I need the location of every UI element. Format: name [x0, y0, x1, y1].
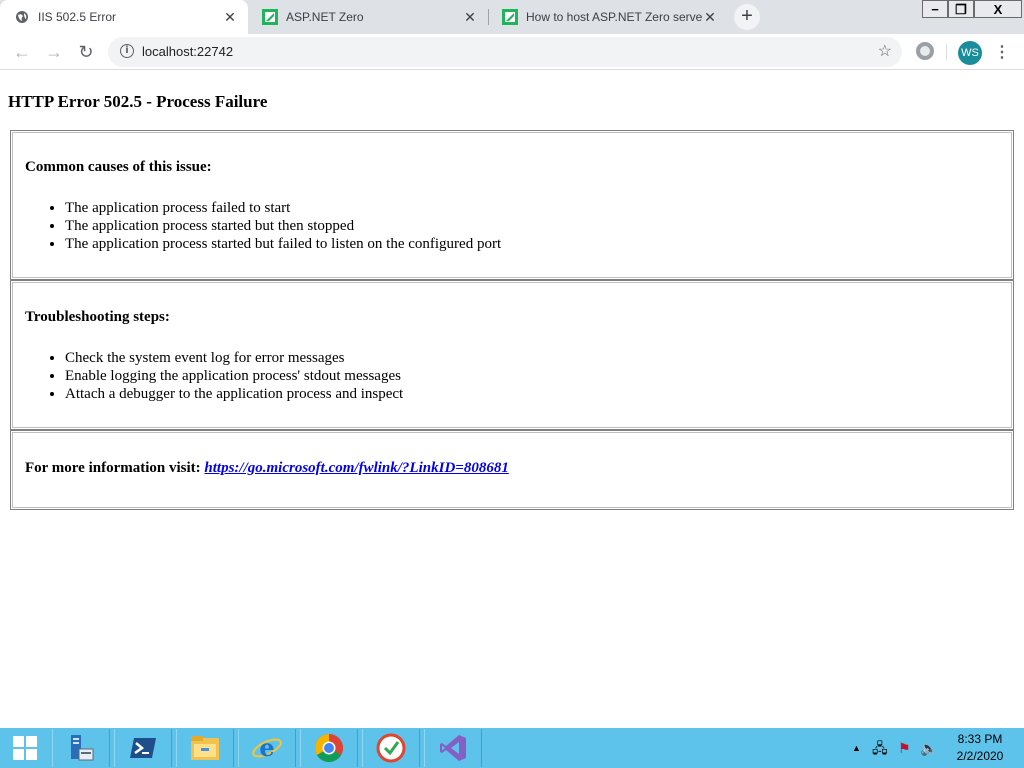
- windows-logo-icon: [13, 736, 24, 747]
- aspnetzero-logo-icon: [262, 9, 278, 25]
- site-info-icon[interactable]: i: [120, 44, 134, 58]
- bookmark-star-icon[interactable]: ☆: [878, 42, 892, 62]
- more-info-label: For more information visit:: [25, 460, 201, 476]
- tab-close-icon[interactable]: ✕: [462, 9, 478, 25]
- troubleshooting-list: Check the system event log for error mes…: [25, 349, 403, 403]
- list-item: The application process started but fail…: [65, 235, 501, 253]
- globe-icon: [14, 9, 30, 25]
- tab-title: IIS 502.5 Error: [38, 10, 117, 24]
- list-item: The application process failed to start: [65, 199, 501, 217]
- clock-date: 2/2/2020: [956, 749, 1004, 763]
- network-icon[interactable]: 🖧: [872, 738, 888, 758]
- causes-list: The application process failed to start …: [25, 199, 501, 253]
- taskbar-visual-studio[interactable]: [424, 729, 482, 767]
- taskbar-server-manager[interactable]: [52, 729, 110, 767]
- speaker-muted-icon[interactable]: 🔈: [920, 738, 937, 758]
- error-page: HTTP Error 502.5 - Process Failure Commo…: [0, 71, 1024, 728]
- browser-toolbar: ← → ↻ i localhost:22742 ☆: [0, 34, 1024, 70]
- extension-icon[interactable]: [916, 42, 934, 60]
- troubleshooting-section: Troubleshooting steps: Check the system …: [10, 280, 1014, 430]
- tab-strip: IIS 502.5 Error ✕ ASP.NET Zero ✕ How to …: [0, 0, 1024, 34]
- minimize-button[interactable]: −: [922, 0, 948, 18]
- address-bar[interactable]: i localhost:22742 ☆: [108, 37, 902, 67]
- tab-aspnet-zero[interactable]: ASP.NET Zero ✕: [248, 0, 488, 34]
- causes-section: Common causes of this issue: The applica…: [10, 130, 1014, 280]
- task-app-icon: [376, 733, 406, 763]
- more-info-link[interactable]: https://go.microsoft.com/fwlink/?LinkID=…: [204, 460, 508, 476]
- causes-title: Common causes of this issue:: [25, 159, 212, 175]
- close-window-button[interactable]: X: [974, 0, 1022, 18]
- more-info-line: For more information visit: https://go.m…: [25, 460, 509, 477]
- toolbar-separator: [946, 44, 947, 60]
- reload-icon[interactable]: ↻: [74, 40, 98, 64]
- back-arrow-icon[interactable]: ←: [10, 40, 34, 64]
- tab-iis-error[interactable]: IIS 502.5 Error ✕: [0, 0, 248, 34]
- windows-logo-icon: [26, 749, 37, 760]
- tray-overflow-icon[interactable]: ▲: [852, 738, 861, 758]
- taskbar-file-explorer[interactable]: [176, 729, 234, 767]
- tab-close-icon[interactable]: ✕: [222, 9, 238, 25]
- visual-studio-icon: [440, 735, 466, 761]
- taskbar: e ▲ 🖧 ⚑ 🔈 8:33 PM 2/2/2020: [0, 728, 1024, 768]
- list-item: Check the system event log for error mes…: [65, 349, 403, 367]
- chrome-icon: [315, 734, 343, 762]
- forward-arrow-icon[interactable]: →: [42, 40, 66, 64]
- tab-title: ASP.NET Zero: [286, 10, 364, 24]
- tab-how-to-host[interactable]: How to host ASP.NET Zero server ✕: [488, 0, 728, 34]
- profile-avatar[interactable]: WS: [958, 41, 982, 65]
- aspnetzero-logo-icon: [502, 9, 518, 25]
- list-item: The application process started but then…: [65, 217, 501, 235]
- taskbar-task-app[interactable]: [362, 729, 420, 767]
- new-tab-button[interactable]: +: [734, 4, 760, 30]
- taskbar-internet-explorer[interactable]: e: [238, 729, 296, 767]
- address-url[interactable]: localhost:22742: [142, 44, 233, 59]
- file-explorer-icon: [191, 736, 219, 760]
- more-info-section: For more information visit: https://go.m…: [10, 430, 1014, 510]
- start-button[interactable]: [0, 728, 50, 768]
- list-item: Attach a debugger to the application pro…: [65, 385, 403, 403]
- list-item: Enable logging the application process' …: [65, 367, 403, 385]
- action-center-flag-icon[interactable]: ⚑: [898, 738, 911, 758]
- powershell-icon: [130, 738, 156, 758]
- taskbar-powershell[interactable]: [114, 729, 172, 767]
- troubleshooting-title: Troubleshooting steps:: [25, 309, 170, 325]
- page-title: HTTP Error 502.5 - Process Failure: [8, 92, 268, 111]
- internet-explorer-icon: e: [252, 733, 282, 762]
- tab-close-icon[interactable]: ✕: [702, 9, 718, 25]
- more-menu-icon[interactable]: ⋮: [994, 41, 1010, 65]
- svg-text:e: e: [259, 733, 274, 762]
- windows-logo-icon: [26, 736, 37, 747]
- clock-time: 8:33 PM: [957, 732, 1003, 746]
- restore-button[interactable]: ❐: [948, 0, 974, 18]
- windows-logo-icon: [13, 749, 24, 760]
- taskbar-clock[interactable]: 8:33 PM 2/2/2020: [944, 731, 1016, 765]
- taskbar-chrome[interactable]: [300, 729, 358, 767]
- tab-title: How to host ASP.NET Zero server: [526, 10, 702, 24]
- server-manager-icon: [71, 735, 94, 761]
